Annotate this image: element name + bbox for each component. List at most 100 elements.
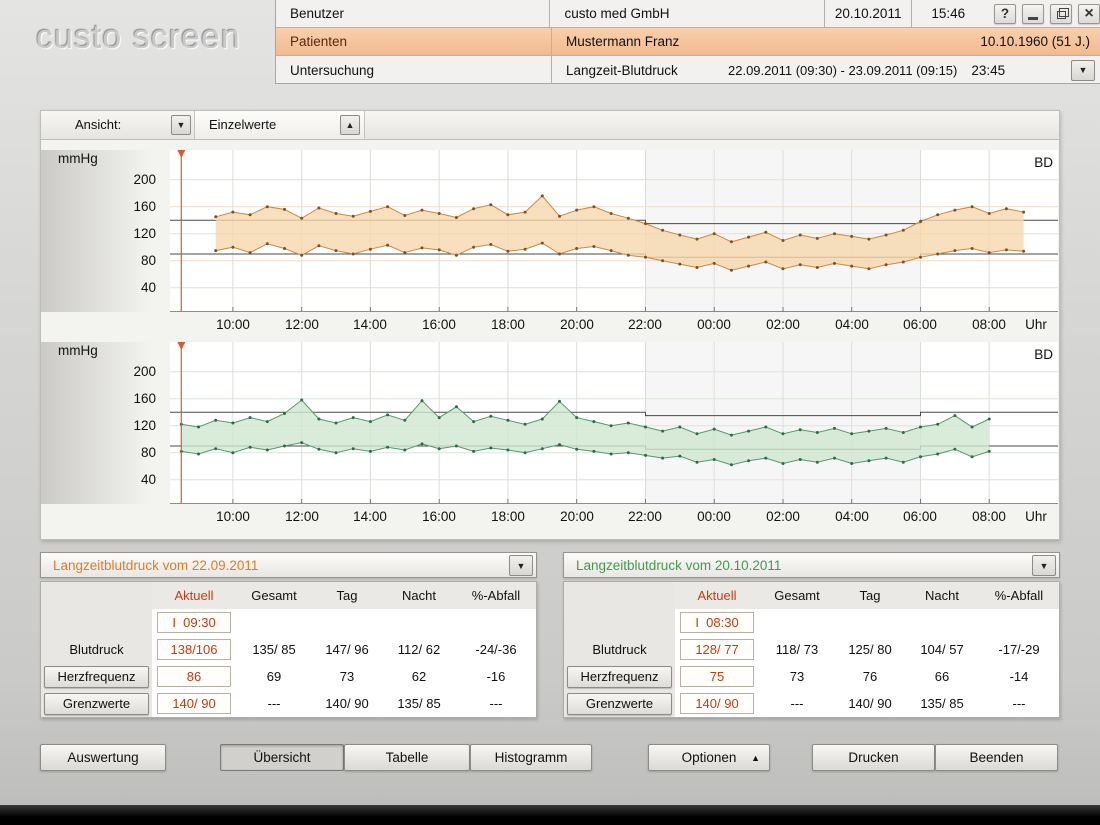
chevron-down-icon: ▼ xyxy=(1040,561,1049,571)
aktuell-value[interactable]: 86 xyxy=(157,666,231,687)
measurement-dot xyxy=(833,427,836,430)
measurement-dot xyxy=(541,418,544,421)
measurement-dot xyxy=(747,265,750,268)
y-axis-unit: mmHg xyxy=(58,343,98,358)
aktuell-value[interactable]: 140/ 90 xyxy=(157,693,231,714)
row-label-grenzwerte[interactable]: Grenzwerte xyxy=(44,693,149,715)
measurement-dot xyxy=(610,453,613,456)
restore-button[interactable] xyxy=(1050,4,1072,24)
exam-select-dropdown[interactable]: ▼ xyxy=(1071,60,1095,81)
benutzer-label[interactable]: Benutzer xyxy=(276,0,550,27)
row-label-herzfrequenz[interactable]: Herzfrequenz xyxy=(567,666,672,688)
drucken-button[interactable]: Drucken xyxy=(812,744,935,771)
table-row: Blutdruck128/ 77118/ 73125/ 80104/ 57-17… xyxy=(564,636,1059,663)
aktuell-value[interactable]: 140/ 90 xyxy=(680,693,754,714)
bp-plot-oct20[interactable]: BD xyxy=(170,342,1058,504)
table-title-bar[interactable]: Langzeitblutdruck vom 20.10.2011 ▼ xyxy=(563,552,1060,578)
minimize-button[interactable] xyxy=(1022,4,1044,24)
table-cell: I 09:30 xyxy=(152,609,236,636)
x-tick-label: 08:00 xyxy=(963,317,1015,332)
chevron-down-icon: ▼ xyxy=(177,120,186,130)
table-row: I 09:30 xyxy=(41,609,536,636)
measurement-dot xyxy=(799,234,802,237)
untersuchung-label[interactable]: Untersuchung xyxy=(276,56,552,84)
measurement-dot xyxy=(885,263,888,266)
close-button[interactable]: × xyxy=(1078,4,1100,24)
help-button[interactable]: ? xyxy=(994,4,1016,24)
column-header: %-Abfall xyxy=(979,582,1059,609)
measurement-dot xyxy=(816,266,819,269)
beenden-button[interactable]: Beenden xyxy=(935,744,1058,771)
measurement-dot xyxy=(592,420,595,423)
measurement-dot xyxy=(266,242,269,245)
measurement-dot xyxy=(713,428,716,431)
x-tick-label: 12:00 xyxy=(276,317,328,332)
tabelle-button[interactable]: Tabelle xyxy=(344,744,470,771)
measurement-dot xyxy=(644,454,647,457)
histogramm-button[interactable]: Histogramm xyxy=(470,744,592,771)
measurement-dot xyxy=(558,215,561,218)
x-tick-label: 02:00 xyxy=(757,509,809,524)
measurement-dot xyxy=(352,215,355,218)
measurement-dot xyxy=(455,405,458,408)
measurement-dot xyxy=(403,251,406,254)
measurement-dot xyxy=(747,236,750,239)
measurement-dot xyxy=(696,461,699,464)
measurement-dot xyxy=(249,213,252,216)
measurement-dot xyxy=(421,442,424,445)
measurement-dot xyxy=(867,267,870,270)
aktuell-value[interactable]: 75 xyxy=(680,666,754,687)
y-tick-label: 80 xyxy=(141,252,156,270)
row-label-herzfrequenz[interactable]: Herzfrequenz xyxy=(44,666,149,688)
ansicht-control[interactable]: Ansicht: ▼ xyxy=(41,111,195,139)
optionen-button[interactable]: Optionen▲ xyxy=(648,744,770,771)
x-tick-label: 02:00 xyxy=(757,317,809,332)
y-tick-label: 120 xyxy=(133,417,156,435)
table-cell xyxy=(41,609,152,636)
bp-plot-svg[interactable] xyxy=(170,150,1058,312)
aktuell-value[interactable]: 138/106 xyxy=(157,639,231,660)
patienten-label[interactable]: Patienten xyxy=(276,28,552,55)
x-axis-unit: Uhr xyxy=(1010,509,1062,524)
stat-value: 135/ 85 xyxy=(382,690,456,717)
measurement-dot xyxy=(782,239,785,242)
bp-plot-svg[interactable] xyxy=(170,342,1058,504)
window-controls: ? × xyxy=(994,4,1100,24)
x-axis-unit: Uhr xyxy=(1010,317,1062,332)
table-title-bar[interactable]: Langzeitblutdruck vom 22.09.2011 ▼ xyxy=(40,552,537,578)
row-label-grenzwerte[interactable]: Grenzwerte xyxy=(567,693,672,715)
measurement-dot xyxy=(1022,211,1025,214)
einzelwerte-control[interactable]: Einzelwerte ▲ xyxy=(195,111,365,139)
measurement-dot xyxy=(1005,207,1008,210)
table-row: Herzfrequenz75737666-14 xyxy=(564,663,1059,690)
table-select-dropdown[interactable]: ▼ xyxy=(509,555,533,576)
bd-label: BD xyxy=(1034,347,1053,362)
measurement-dot xyxy=(1005,248,1008,251)
current-measurement-time[interactable]: I 09:30 xyxy=(157,612,231,633)
measurement-dot xyxy=(850,235,853,238)
y-axis-oct20: mmHg 2001601208040 xyxy=(41,342,170,504)
ansicht-dropdown-button[interactable]: ▼ xyxy=(171,115,191,135)
measurement-dot xyxy=(558,443,561,446)
table-row: Grenzwerte140/ 90---140/ 90135/ 85--- xyxy=(564,690,1059,717)
measurement-dot xyxy=(317,244,320,247)
measurement-dot xyxy=(782,432,785,435)
stat-value: -17/-29 xyxy=(979,636,1059,663)
view-toolbar: Ansicht: ▼ Einzelwerte ▲ xyxy=(40,110,1060,140)
auswertung-button[interactable]: Auswertung xyxy=(40,744,166,771)
measurement-dot xyxy=(386,205,389,208)
measurement-dot xyxy=(249,446,252,449)
measurement-dot xyxy=(661,229,664,232)
minimize-icon xyxy=(1028,17,1038,20)
measurement-dot xyxy=(971,247,974,250)
current-measurement-time[interactable]: I 08:30 xyxy=(680,612,754,633)
uebersicht-button[interactable]: Übersicht xyxy=(220,744,344,771)
table-row: I 08:30 xyxy=(564,609,1059,636)
measurement-dot xyxy=(902,431,905,434)
measurement-dot xyxy=(231,211,234,214)
bp-plot-sep22[interactable]: BD xyxy=(170,150,1058,312)
aktuell-value[interactable]: 128/ 77 xyxy=(680,639,754,660)
einzelwerte-collapse-button[interactable]: ▲ xyxy=(340,115,360,135)
table-cell: Blutdruck xyxy=(564,636,675,663)
table-select-dropdown[interactable]: ▼ xyxy=(1032,555,1056,576)
